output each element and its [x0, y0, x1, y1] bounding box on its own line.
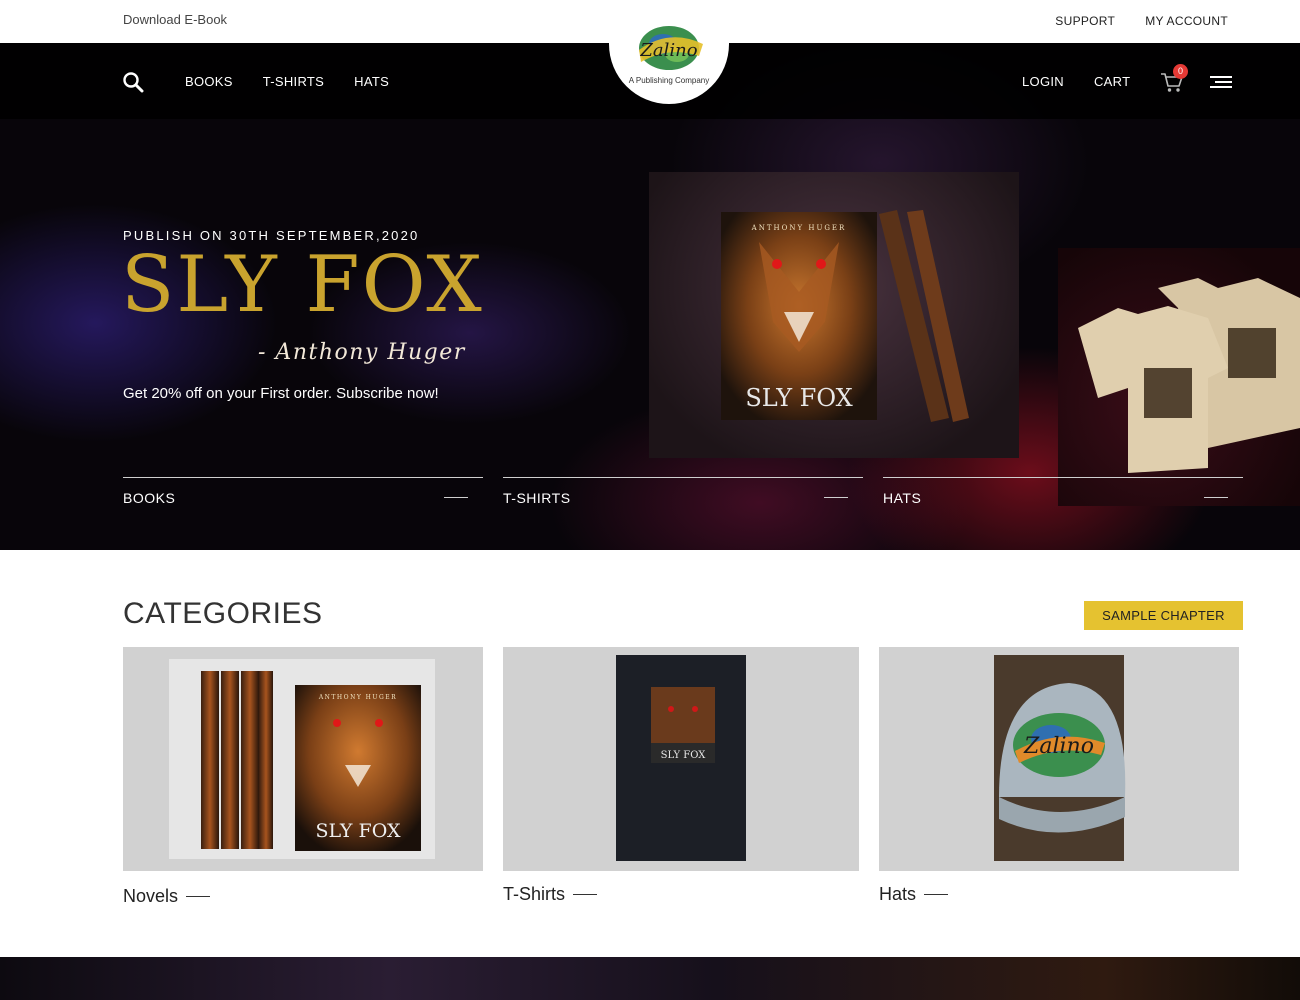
logo-tagline: A Publishing Company	[628, 76, 710, 85]
book-cover-author: ANTHONY HUGER	[751, 224, 847, 232]
hero-tab-hats[interactable]: HATS	[883, 477, 1243, 517]
support-link[interactable]: SUPPORT	[1055, 14, 1115, 28]
book-mockup-image: ANTHONY HUGER SLY FOX	[649, 172, 1019, 458]
nav-links: BOOKS T-SHIRTS HATS	[185, 74, 389, 89]
nav-books[interactable]: BOOKS	[185, 74, 233, 89]
logo-text: Zalino	[639, 40, 697, 61]
nav-tshirts[interactable]: T-SHIRTS	[263, 74, 324, 89]
login-link[interactable]: LOGIN	[1022, 74, 1064, 89]
cart-link[interactable]: CART	[1094, 74, 1130, 89]
novels-image: ANTHONY HUGER SLY FOX	[169, 659, 435, 859]
novels-cover-author: ANTHONY HUGER	[318, 694, 397, 701]
logo-emblem: Zalino	[639, 26, 703, 70]
hero-tab-books[interactable]: BOOKS	[123, 477, 483, 517]
book-cover-title: SLY FOX	[745, 384, 852, 412]
tshirt-print-title: SLY FOX	[661, 750, 707, 761]
category-card-tshirts[interactable]: SLY FOX	[503, 647, 859, 871]
category-label-novels[interactable]: Novels	[123, 886, 211, 907]
category-card-novels[interactable]: ANTHONY HUGER SLY FOX	[123, 647, 483, 871]
hats-image: Zalino	[994, 655, 1126, 861]
download-ebook-link[interactable]: Download E-Book	[123, 12, 227, 27]
dash-icon	[1204, 497, 1228, 498]
dash-icon	[824, 497, 848, 498]
cart-count-badge: 0	[1173, 64, 1188, 79]
hero-title: SLY FOX	[121, 240, 484, 330]
nav-hats[interactable]: HATS	[354, 74, 389, 89]
hero-tab-hats-label: HATS	[883, 490, 922, 506]
nav-right-links: LOGIN CART	[1022, 74, 1130, 89]
hero-banner: BOOKS T-SHIRTS HATS LOGIN CART 0 PUBLISH…	[0, 43, 1300, 550]
categories-heading: CATEGORIES	[123, 597, 323, 630]
hero-tab-tshirts[interactable]: T-SHIRTS	[503, 477, 863, 517]
dash-icon	[186, 896, 211, 897]
sample-chapter-button[interactable]: SAMPLE CHAPTER	[1084, 601, 1243, 630]
category-label-text: Hats	[879, 884, 917, 904]
next-section-banner	[0, 957, 1300, 1000]
hero-offer-text: Get 20% off on your First order. Subscri…	[123, 385, 439, 402]
my-account-link[interactable]: MY ACCOUNT	[1145, 14, 1228, 28]
hat-patch-text: Zalino	[1023, 734, 1094, 759]
category-label-text: T-Shirts	[503, 884, 566, 904]
category-label-hats[interactable]: Hats	[879, 884, 949, 905]
hero-tab-tshirts-label: T-SHIRTS	[503, 490, 571, 506]
hero-author: - Anthony Huger	[258, 340, 466, 365]
hero-category-tabs: BOOKS T-SHIRTS HATS	[123, 477, 1243, 517]
category-card-hats[interactable]: Zalino	[879, 647, 1239, 871]
category-label-text: Novels	[123, 886, 179, 906]
category-label-tshirts[interactable]: T-Shirts	[503, 884, 598, 905]
tshirt-mockup-image	[1058, 248, 1300, 506]
menu-icon[interactable]	[1210, 75, 1232, 89]
dash-icon	[444, 497, 468, 498]
novels-cover-title: SLY FOX	[316, 820, 401, 842]
top-bar-right-links: SUPPORT MY ACCOUNT	[1055, 14, 1228, 28]
dash-icon	[573, 894, 598, 895]
tshirts-image: SLY FOX	[616, 655, 746, 861]
hero-tab-books-label: BOOKS	[123, 490, 176, 506]
dash-icon	[924, 894, 949, 895]
search-icon[interactable]	[122, 71, 144, 93]
